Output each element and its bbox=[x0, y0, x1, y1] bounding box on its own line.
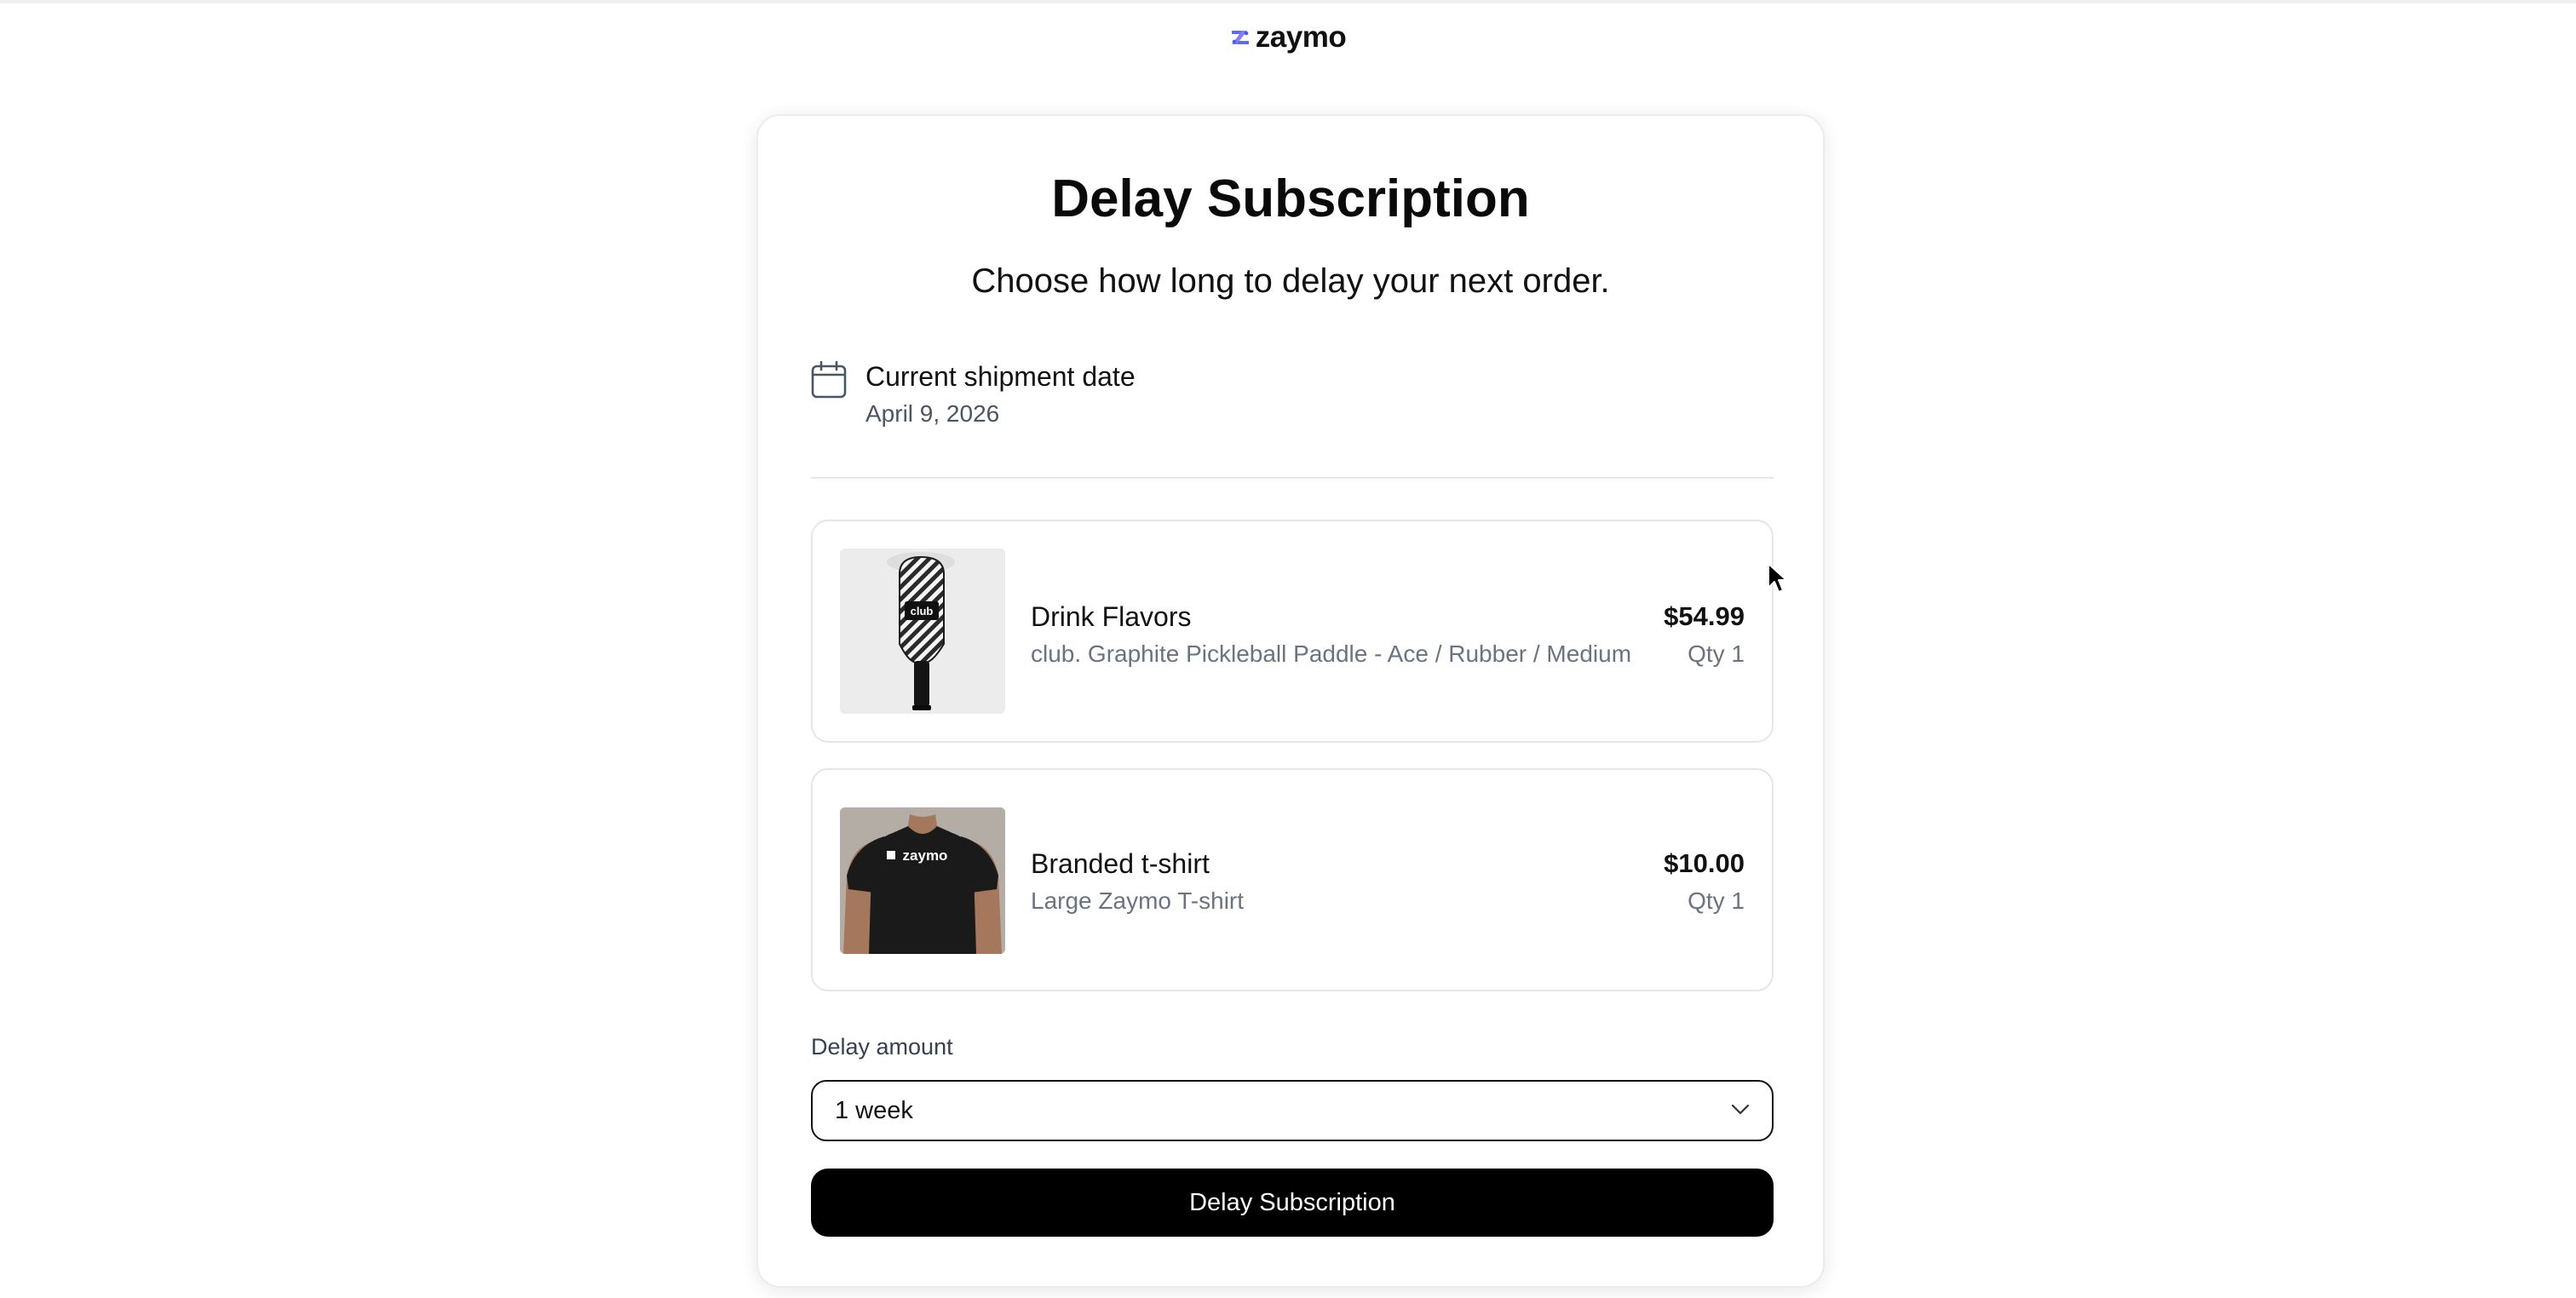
item-variant: club. Graphite Pickleball Paddle - Ace /… bbox=[1031, 640, 1632, 667]
paddle-logo-text: club bbox=[911, 605, 934, 617]
tshirt-image: zaymo bbox=[840, 807, 1005, 954]
item-price: $10.00 bbox=[1664, 848, 1745, 878]
product-image-tshirt: zaymo bbox=[840, 807, 1005, 954]
top-border bbox=[0, 0, 2576, 3]
item-variant: Large Zaymo T-shirt bbox=[1031, 887, 1245, 914]
item-price: $54.99 bbox=[1664, 601, 1745, 631]
item-name: Branded t-shirt bbox=[1031, 848, 1210, 879]
zaymo-logo-icon bbox=[1231, 30, 1249, 44]
item-quantity: Qty 1 bbox=[1688, 887, 1745, 914]
brand-name: zaymo bbox=[1255, 20, 1347, 54]
product-image-paddle: club bbox=[840, 548, 1005, 714]
shipment-date-value: April 9, 2026 bbox=[865, 400, 1000, 427]
calendar-icon bbox=[811, 361, 847, 399]
subscription-item: zaymo Branded t-shirt Large Zaymo T-shir… bbox=[811, 768, 1774, 991]
page-title: Delay Subscription bbox=[1051, 169, 1530, 228]
delay-subscription-card: Delay Subscription Choose how long to de… bbox=[756, 114, 1825, 1288]
tshirt-logo-text: zaymo bbox=[903, 847, 948, 864]
item-name: Drink Flavors bbox=[1031, 601, 1192, 632]
shipment-date-label: Current shipment date bbox=[865, 361, 1136, 392]
delay-subscription-button[interactable]: Delay Subscription bbox=[811, 1169, 1774, 1237]
delay-amount-value: 1 week bbox=[835, 1097, 913, 1124]
delay-amount-select[interactable]: 1 week bbox=[811, 1080, 1774, 1141]
chevron-down-icon bbox=[1731, 1104, 1750, 1115]
delay-amount-label: Delay amount bbox=[811, 1034, 953, 1060]
divider bbox=[811, 477, 1774, 479]
item-quantity: Qty 1 bbox=[1688, 640, 1745, 667]
subscription-item: club Drink Flavors club. Graphite Pickle… bbox=[811, 520, 1774, 743]
mouse-cursor-icon bbox=[1768, 563, 1787, 593]
paddle-image: club bbox=[840, 548, 1005, 714]
brand-logo: zaymo bbox=[0, 22, 2576, 52]
page-subtitle: Choose how long to delay your next order… bbox=[971, 262, 1610, 300]
